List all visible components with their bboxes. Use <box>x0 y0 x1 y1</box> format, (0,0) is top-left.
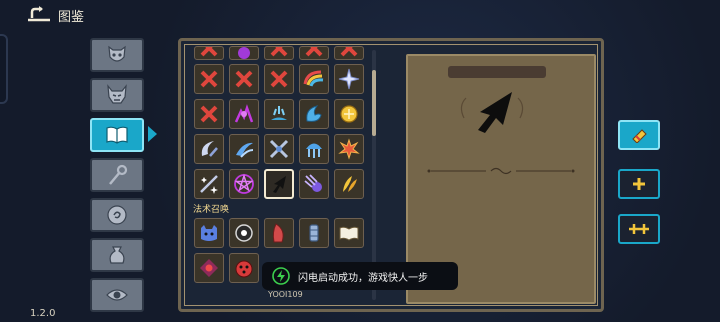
grid-cell[interactable] <box>334 99 364 129</box>
red-x-icon <box>305 47 323 57</box>
grid-cell[interactable] <box>299 64 329 94</box>
sparkle-icon <box>338 68 360 90</box>
mask-icon <box>108 45 126 62</box>
red-x-icon <box>200 105 218 123</box>
toast-notification: 闪电启动成功，游戏快人一步 <box>262 262 458 290</box>
grid-cell[interactable] <box>334 218 364 248</box>
red-x-icon <box>200 70 218 88</box>
grid-cell[interactable] <box>334 134 364 164</box>
hint-text: YOOI109 <box>268 290 303 299</box>
active-tab-arrow-icon <box>148 126 157 142</box>
version-label: 1.2.0 <box>30 308 56 319</box>
grid-cell[interactable] <box>299 169 329 199</box>
red-ladybug-icon <box>235 260 253 278</box>
lightning-icon <box>272 267 290 285</box>
demon-icon <box>107 84 127 104</box>
fire-burst-icon <box>338 138 360 160</box>
grid-cell[interactable] <box>229 134 259 164</box>
grid-cell[interactable] <box>229 218 259 248</box>
eye-orb-icon <box>235 224 253 242</box>
grid-cell[interactable] <box>334 64 364 94</box>
grid-cell[interactable] <box>194 46 224 60</box>
comet-icon <box>304 174 322 192</box>
grid-cell[interactable] <box>194 99 224 129</box>
grid-cell[interactable] <box>194 64 224 94</box>
grid-cell[interactable] <box>264 134 294 164</box>
tab-staff[interactable] <box>90 158 144 192</box>
grid-cell[interactable] <box>299 218 329 248</box>
grid-cell[interactable] <box>194 169 224 199</box>
grid-cell[interactable] <box>264 64 294 94</box>
grid-cell[interactable] <box>229 253 259 283</box>
grid-cell[interactable] <box>334 46 364 60</box>
grid-cell[interactable] <box>264 218 294 248</box>
cursor-icon <box>273 176 286 193</box>
pentagram-icon <box>234 173 254 194</box>
side-button-flask[interactable] <box>618 120 660 150</box>
tab-bag[interactable] <box>90 238 144 272</box>
flask-icon <box>632 129 647 143</box>
page-title: 图鉴 <box>58 10 85 25</box>
grid-cell[interactable] <box>229 99 259 129</box>
tab-scroll[interactable] <box>90 198 144 232</box>
grid-cell[interactable] <box>299 46 329 60</box>
detail-title-bar <box>448 66 546 78</box>
grid-cell[interactable] <box>334 169 364 199</box>
side-button-double-plus[interactable] <box>618 214 660 244</box>
grid-cell[interactable] <box>229 169 259 199</box>
staff-icon <box>109 164 128 185</box>
back-icon[interactable] <box>26 6 52 22</box>
grid-cell[interactable] <box>264 99 294 129</box>
blue-slash-icon <box>236 142 254 158</box>
grid-cell[interactable] <box>229 46 259 60</box>
red-x-icon <box>270 70 288 88</box>
side-button-plus[interactable] <box>618 169 660 199</box>
splash-icon <box>271 106 287 120</box>
canister-icon <box>309 224 319 242</box>
grid-cell[interactable] <box>264 46 294 60</box>
star-slash-icon <box>200 175 218 194</box>
eye-icon <box>106 289 128 301</box>
purple-sigil-icon <box>234 104 254 123</box>
grid-cell[interactable] <box>299 134 329 164</box>
double-plus-icon <box>629 224 649 234</box>
bag-icon <box>109 246 125 264</box>
scroll-icon <box>107 205 127 225</box>
cursor-icon <box>460 92 524 133</box>
grid-cell[interactable] <box>194 218 224 248</box>
grid-cell-selected[interactable] <box>264 169 294 199</box>
red-x-icon <box>270 47 288 57</box>
scrollbar-thumb[interactable] <box>372 70 376 136</box>
book-icon <box>106 126 128 144</box>
red-x-icon <box>340 47 358 57</box>
rainbow-icon <box>303 70 324 87</box>
gold-feather-icon <box>343 176 357 192</box>
top-bar: 图鉴 <box>0 0 720 30</box>
toast-text: 闪电启动成功，游戏快人一步 <box>298 272 428 284</box>
tab-eye[interactable] <box>90 278 144 312</box>
tab-book[interactable] <box>90 118 144 152</box>
section-label: 法术召唤 <box>193 205 230 215</box>
tab-demon[interactable] <box>90 78 144 112</box>
crescent-slash-icon <box>201 141 218 157</box>
side-drawer-handle[interactable] <box>0 34 8 104</box>
crossed-blades-icon <box>269 139 289 159</box>
open-book-icon <box>339 226 359 241</box>
gold-orb-icon <box>340 105 358 123</box>
grid-cell[interactable] <box>194 253 224 283</box>
blue-cat-icon <box>201 225 217 241</box>
tab-mask[interactable] <box>90 38 144 72</box>
purple-icon <box>238 47 250 59</box>
plus-icon <box>633 178 645 190</box>
wave-icon <box>306 105 322 122</box>
red-eye-icon <box>200 259 218 277</box>
grid-cell[interactable] <box>194 134 224 164</box>
red-x-icon <box>200 47 218 57</box>
jellyfish-icon <box>306 143 322 158</box>
grid-cell[interactable] <box>299 99 329 129</box>
red-fang-icon <box>272 223 284 243</box>
red-x-icon <box>235 70 253 88</box>
divider-ornament <box>427 167 575 175</box>
grid-cell[interactable] <box>229 64 259 94</box>
